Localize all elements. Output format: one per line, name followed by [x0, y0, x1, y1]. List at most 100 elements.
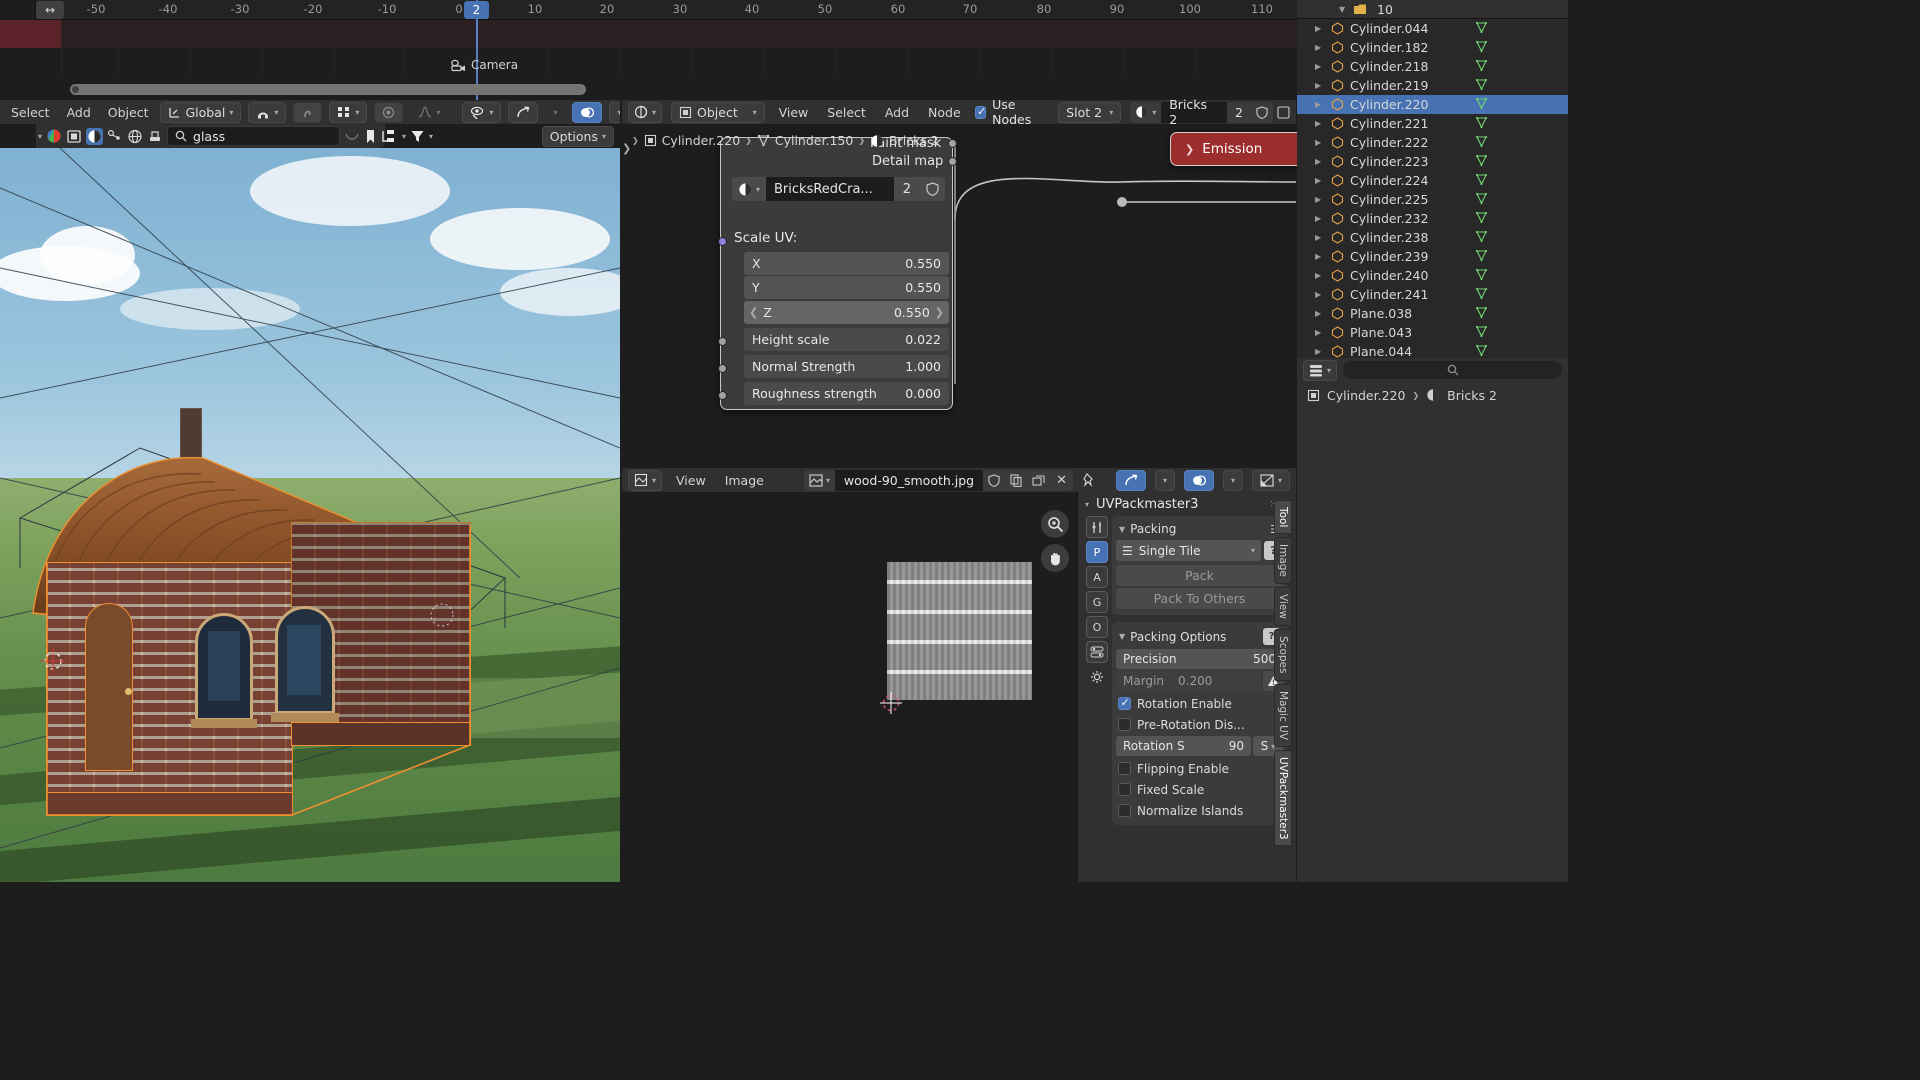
chevron-right-icon[interactable]: ▶: [1315, 290, 1321, 299]
visibility-dropdown[interactable]: ▾: [462, 101, 502, 123]
timeline-editor[interactable]: ↔ -50 -40 -30 -20 -10 0 10 20 30 40 50 6…: [0, 0, 1297, 100]
bookmark-icon[interactable]: [364, 129, 377, 144]
chevron-right-icon[interactable]: ▶: [1315, 119, 1321, 128]
chevron-right-icon[interactable]: ❯: [1185, 143, 1194, 156]
vtab-view[interactable]: View: [1274, 587, 1292, 627]
pack-to-others-button[interactable]: Pack To Others: [1116, 588, 1283, 609]
outliner-row[interactable]: ▶ Cylinder.222: [1297, 133, 1568, 152]
chevron-left-icon[interactable]: ❮: [749, 306, 758, 319]
outliner-row[interactable]: ▶ Cylinder.182: [1297, 38, 1568, 57]
image-datablock-selector[interactable]: ▾ wood-90_smooth.jpg ✕: [803, 469, 1074, 491]
chevron-right-icon[interactable]: ▶: [1315, 195, 1321, 204]
mesh-data-icon[interactable]: [1475, 135, 1488, 151]
chevron-right-icon[interactable]: ▶: [1315, 157, 1321, 166]
socket-scale-uv[interactable]: [718, 237, 727, 246]
chevron-right-icon[interactable]: ▶: [1315, 252, 1321, 261]
node-menu-node[interactable]: Node: [923, 105, 966, 120]
outliner-row[interactable]: ▶ Plane.038: [1297, 304, 1568, 323]
viewport-3d[interactable]: POLYROAD Select Add Object Global ▾ ▾: [0, 100, 620, 882]
fake-user-shield-button[interactable]: [920, 177, 945, 201]
image-name-field[interactable]: BricksRedCra...: [766, 177, 894, 201]
upm-tab-groups[interactable]: G: [1086, 591, 1108, 613]
image-datablock-row[interactable]: ▾ BricksRedCra... 2: [732, 177, 945, 201]
uv-sidebar-tabs[interactable]: Tool Image View Scopes Magic UV UVPackma…: [1274, 500, 1292, 849]
uv-image-editor[interactable]: ▾ View Image ▾ wood-90_smooth.jpg ✕ ▾ ▾ …: [622, 468, 1296, 882]
transform-orientation-dropdown[interactable]: Global ▾: [160, 101, 242, 123]
properties-search-field[interactable]: [1343, 361, 1562, 379]
mesh-data-icon[interactable]: [1475, 192, 1488, 208]
vtab-uvpackmaster3[interactable]: UVPackmaster3: [1274, 749, 1292, 847]
pin-icon[interactable]: [1082, 473, 1096, 487]
viewport-header-row2[interactable]: ▾ glass ▾ ▾: [0, 124, 620, 148]
packing-options-section[interactable]: ▼ Packing Options ? Precision 500 Margin…: [1112, 622, 1287, 825]
filter-modifier-icon[interactable]: [107, 129, 123, 144]
copy-image-button[interactable]: [1005, 469, 1028, 491]
node-editor-header[interactable]: ▾ Object ▾ View Select Add Node Use Node…: [622, 97, 1296, 127]
breadcrumb-mesh[interactable]: Cylinder.150: [775, 133, 853, 148]
viewport-menu-object[interactable]: Object: [103, 105, 154, 120]
collapse-all-icon[interactable]: [344, 130, 360, 143]
node-menu-view[interactable]: View: [774, 105, 814, 120]
pack-image-button[interactable]: [1027, 469, 1051, 491]
shader-type-dropdown[interactable]: Object ▾: [671, 101, 765, 123]
timeline-horizontal-scrollbar[interactable]: [70, 84, 586, 95]
mesh-data-icon[interactable]: [1475, 21, 1488, 37]
chevron-down-icon[interactable]: ▾: [1085, 500, 1089, 509]
outliner-row[interactable]: ▶ Cylinder.232: [1297, 209, 1568, 228]
upm-tab-sliders[interactable]: [1086, 641, 1108, 663]
overlays-toggle[interactable]: [572, 101, 603, 123]
uv-gizmo-dropdown[interactable]: ▾: [1154, 469, 1175, 491]
rotation-step-field[interactable]: Rotation S 90: [1116, 736, 1251, 756]
outliner-row[interactable]: ▶ Cylinder.238: [1297, 228, 1568, 247]
chevron-right-icon[interactable]: ▶: [1315, 214, 1321, 223]
outliner-editor[interactable]: ▼ 10 ▶ Cylinder.044 ▶ Cylinder.182 ▶ Cylinder…: [1297, 0, 1568, 358]
socket-height-scale[interactable]: [718, 337, 727, 346]
uv-overlays-toggle[interactable]: [1183, 469, 1214, 491]
filter-mesh-icon[interactable]: [66, 129, 82, 144]
upm-tab-options[interactable]: O: [1086, 616, 1108, 638]
image-browse-dropdown[interactable]: ▾: [732, 177, 767, 201]
upm-tab-align[interactable]: A: [1086, 566, 1108, 588]
properties-editor[interactable]: ▾ Cylinder.220 ❯ Bricks 2: [1297, 358, 1568, 882]
node-menu-select[interactable]: Select: [822, 105, 871, 120]
mesh-data-icon[interactable]: [1475, 287, 1488, 303]
node-row-normal-strength[interactable]: Normal Strength 1.000: [744, 355, 949, 378]
outliner-item-list[interactable]: ▶ Cylinder.044 ▶ Cylinder.182 ▶ Cylinder.218 ▶…: [1297, 19, 1568, 358]
mesh-data-icon[interactable]: [1475, 97, 1488, 113]
node-row-y[interactable]: Y 0.550: [744, 276, 949, 299]
uv-editor-type-dropdown[interactable]: ▾: [628, 469, 663, 491]
pan-hand-tool-button[interactable]: [1041, 544, 1069, 572]
current-frame-indicator[interactable]: 2: [464, 1, 489, 19]
mesh-data-icon[interactable]: [1475, 306, 1488, 322]
properties-editor-type-dropdown[interactable]: ▾: [1303, 359, 1338, 381]
chevron-right-icon[interactable]: ▶: [1315, 309, 1321, 318]
chevron-right-icon[interactable]: ▶: [1315, 100, 1321, 109]
slot-dropdown[interactable]: Slot 2 ▾: [1058, 101, 1122, 123]
overlays-dropdown[interactable]: ▾: [609, 101, 620, 123]
uvpackmaster-sidebar[interactable]: ▾ UVPackmaster3 ⁙⁙ P A G O: [1077, 492, 1296, 882]
uv-overlays-dropdown[interactable]: ▾: [1222, 469, 1243, 491]
chevron-right-icon[interactable]: ▶: [1315, 271, 1321, 280]
uv-snap-toggle[interactable]: [1115, 469, 1146, 491]
uv-canvas[interactable]: [622, 492, 1077, 882]
timeline-body[interactable]: [0, 20, 1297, 80]
packing-section[interactable]: ▼ Packing ☰ ☰ Single Tile ▾ ?: [1112, 516, 1287, 615]
snap-magnet-button[interactable]: ▾: [248, 101, 287, 123]
chevron-down-icon[interactable]: ▼: [1339, 5, 1345, 14]
breadcrumb-object[interactable]: Cylinder.220: [662, 133, 740, 148]
material-users-count[interactable]: 2: [1227, 101, 1251, 123]
mesh-data-icon[interactable]: [1475, 325, 1488, 341]
snap-toggle[interactable]: [293, 101, 323, 123]
outliner-row[interactable]: ▶ Cylinder.218: [1297, 57, 1568, 76]
upm-tab-settings[interactable]: [1086, 666, 1108, 688]
shading-color-icon[interactable]: [46, 128, 62, 144]
outliner-row[interactable]: ▶ Cylinder.220: [1297, 95, 1568, 114]
uv-display-channels-dropdown[interactable]: ▾: [1251, 469, 1290, 491]
filter-funnel-icon[interactable]: [410, 129, 425, 144]
mesh-data-icon[interactable]: [1475, 249, 1488, 265]
unlink-image-button[interactable]: ✕: [1050, 469, 1074, 491]
uvpackmaster-tab-column[interactable]: P A G O: [1086, 516, 1108, 691]
mesh-data-icon[interactable]: [1475, 230, 1488, 246]
sort-hierarchy-icon[interactable]: [381, 129, 398, 144]
chevron-right-icon[interactable]: ❯: [935, 306, 944, 319]
